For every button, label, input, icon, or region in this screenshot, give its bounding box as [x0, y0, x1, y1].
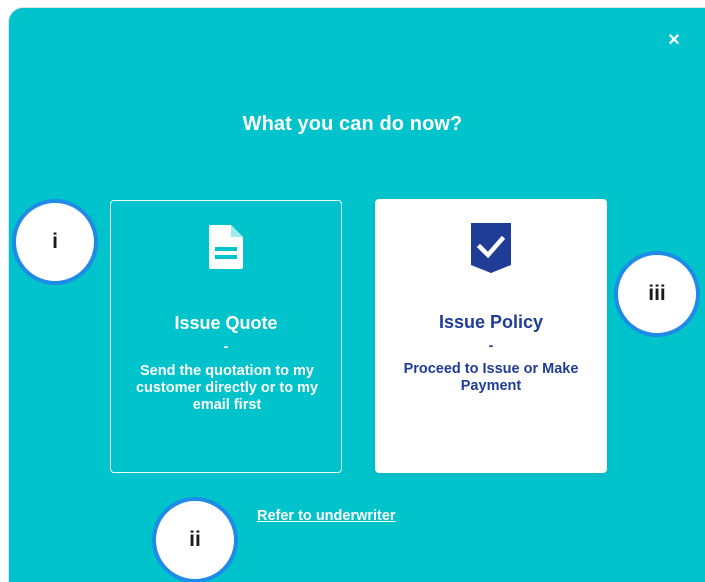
annotation-marker-ii: ii — [152, 497, 238, 582]
close-button[interactable]: × — [661, 27, 687, 53]
annotation-marker-iii: iii — [614, 251, 700, 337]
issue-policy-description: Proceed to Issue or Make Payment — [403, 361, 579, 394]
close-icon: × — [668, 29, 680, 51]
screen: × What you can do now? Issue Quote - Sen… — [0, 0, 705, 582]
annotation-marker-i: i — [12, 199, 98, 285]
issue-quote-description: Send the quotation to my customer direct… — [135, 363, 319, 413]
shield-check-icon — [471, 223, 511, 278]
refer-to-underwriter-link[interactable]: Refer to underwriter — [257, 508, 396, 524]
issue-policy-title: Issue Policy — [438, 312, 544, 332]
issue-quote-separator: - — [223, 338, 229, 354]
issue-quote-title: Issue Quote — [174, 313, 278, 333]
issue-quote-card[interactable]: Issue Quote - Send the quotation to my c… — [110, 200, 342, 473]
dialog-title: What you can do now? — [242, 113, 463, 135]
issue-policy-card[interactable]: Issue Policy - Proceed to Issue or Make … — [375, 199, 607, 473]
document-icon — [209, 225, 243, 274]
issue-policy-separator: - — [488, 337, 494, 353]
